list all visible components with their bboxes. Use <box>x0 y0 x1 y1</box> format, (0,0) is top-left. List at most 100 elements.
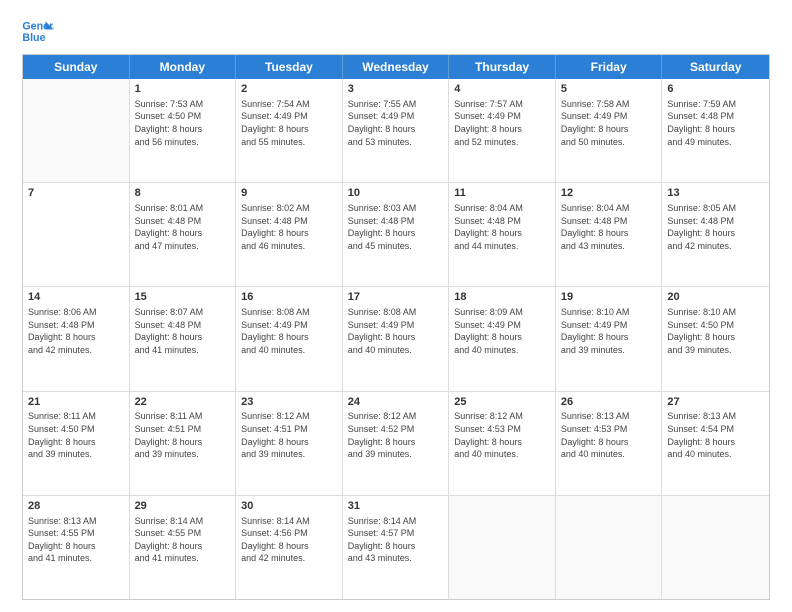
cell-info: Sunrise: 7:55 AM Sunset: 4:49 PM Dayligh… <box>348 98 444 148</box>
day-number: 27 <box>667 395 764 410</box>
cell-info: Sunrise: 8:09 AM Sunset: 4:49 PM Dayligh… <box>454 306 550 356</box>
cell-info: Sunrise: 8:08 AM Sunset: 4:49 PM Dayligh… <box>241 306 337 356</box>
day-number: 14 <box>28 290 124 305</box>
calendar-cell: 20Sunrise: 8:10 AM Sunset: 4:50 PM Dayli… <box>662 287 769 390</box>
calendar-header: SundayMondayTuesdayWednesdayThursdayFrid… <box>23 55 769 79</box>
day-number: 7 <box>28 186 124 201</box>
calendar-cell: 8Sunrise: 8:01 AM Sunset: 4:48 PM Daylig… <box>130 183 237 286</box>
cell-info: Sunrise: 8:12 AM Sunset: 4:52 PM Dayligh… <box>348 410 444 460</box>
calendar-cell: 29Sunrise: 8:14 AM Sunset: 4:55 PM Dayli… <box>130 496 237 599</box>
cell-info: Sunrise: 8:12 AM Sunset: 4:53 PM Dayligh… <box>454 410 550 460</box>
cell-info: Sunrise: 8:06 AM Sunset: 4:48 PM Dayligh… <box>28 306 124 356</box>
calendar-cell: 14Sunrise: 8:06 AM Sunset: 4:48 PM Dayli… <box>23 287 130 390</box>
calendar-cell: 21Sunrise: 8:11 AM Sunset: 4:50 PM Dayli… <box>23 392 130 495</box>
calendar-cell: 15Sunrise: 8:07 AM Sunset: 4:48 PM Dayli… <box>130 287 237 390</box>
calendar-cell <box>449 496 556 599</box>
day-number: 28 <box>28 499 124 514</box>
calendar-header-cell: Thursday <box>449 55 556 79</box>
day-number: 17 <box>348 290 444 305</box>
day-number: 3 <box>348 82 444 97</box>
day-number: 1 <box>135 82 231 97</box>
cell-info: Sunrise: 8:13 AM Sunset: 4:54 PM Dayligh… <box>667 410 764 460</box>
cell-info: Sunrise: 8:08 AM Sunset: 4:49 PM Dayligh… <box>348 306 444 356</box>
day-number: 30 <box>241 499 337 514</box>
cell-info: Sunrise: 8:07 AM Sunset: 4:48 PM Dayligh… <box>135 306 231 356</box>
cell-info: Sunrise: 8:14 AM Sunset: 4:55 PM Dayligh… <box>135 515 231 565</box>
calendar-row: 78Sunrise: 8:01 AM Sunset: 4:48 PM Dayli… <box>23 183 769 287</box>
calendar-cell: 13Sunrise: 8:05 AM Sunset: 4:48 PM Dayli… <box>662 183 769 286</box>
cell-info: Sunrise: 8:05 AM Sunset: 4:48 PM Dayligh… <box>667 202 764 252</box>
day-number: 13 <box>667 186 764 201</box>
logo: General Blue <box>22 18 54 46</box>
calendar-body: 1Sunrise: 7:53 AM Sunset: 4:50 PM Daylig… <box>23 79 769 599</box>
cell-info: Sunrise: 7:59 AM Sunset: 4:48 PM Dayligh… <box>667 98 764 148</box>
day-number: 8 <box>135 186 231 201</box>
cell-info: Sunrise: 7:53 AM Sunset: 4:50 PM Dayligh… <box>135 98 231 148</box>
calendar-cell: 12Sunrise: 8:04 AM Sunset: 4:48 PM Dayli… <box>556 183 663 286</box>
calendar-cell: 26Sunrise: 8:13 AM Sunset: 4:53 PM Dayli… <box>556 392 663 495</box>
cell-info: Sunrise: 8:12 AM Sunset: 4:51 PM Dayligh… <box>241 410 337 460</box>
calendar-cell: 19Sunrise: 8:10 AM Sunset: 4:49 PM Dayli… <box>556 287 663 390</box>
calendar-cell: 3Sunrise: 7:55 AM Sunset: 4:49 PM Daylig… <box>343 79 450 182</box>
cell-info: Sunrise: 8:01 AM Sunset: 4:48 PM Dayligh… <box>135 202 231 252</box>
calendar-cell: 25Sunrise: 8:12 AM Sunset: 4:53 PM Dayli… <box>449 392 556 495</box>
calendar-row: 28Sunrise: 8:13 AM Sunset: 4:55 PM Dayli… <box>23 496 769 599</box>
cell-info: Sunrise: 8:10 AM Sunset: 4:50 PM Dayligh… <box>667 306 764 356</box>
calendar-header-cell: Friday <box>556 55 663 79</box>
calendar-row: 14Sunrise: 8:06 AM Sunset: 4:48 PM Dayli… <box>23 287 769 391</box>
calendar-header-cell: Wednesday <box>343 55 450 79</box>
calendar-cell: 7 <box>23 183 130 286</box>
calendar-cell: 28Sunrise: 8:13 AM Sunset: 4:55 PM Dayli… <box>23 496 130 599</box>
calendar-cell: 18Sunrise: 8:09 AM Sunset: 4:49 PM Dayli… <box>449 287 556 390</box>
day-number: 23 <box>241 395 337 410</box>
cell-info: Sunrise: 8:02 AM Sunset: 4:48 PM Dayligh… <box>241 202 337 252</box>
calendar-cell: 22Sunrise: 8:11 AM Sunset: 4:51 PM Dayli… <box>130 392 237 495</box>
day-number: 18 <box>454 290 550 305</box>
day-number: 29 <box>135 499 231 514</box>
svg-text:Blue: Blue <box>22 32 45 44</box>
cell-info: Sunrise: 8:04 AM Sunset: 4:48 PM Dayligh… <box>454 202 550 252</box>
calendar-cell <box>556 496 663 599</box>
calendar-cell: 5Sunrise: 7:58 AM Sunset: 4:49 PM Daylig… <box>556 79 663 182</box>
cell-info: Sunrise: 8:11 AM Sunset: 4:50 PM Dayligh… <box>28 410 124 460</box>
cell-info: Sunrise: 7:57 AM Sunset: 4:49 PM Dayligh… <box>454 98 550 148</box>
day-number: 26 <box>561 395 657 410</box>
calendar-header-cell: Sunday <box>23 55 130 79</box>
calendar-cell: 11Sunrise: 8:04 AM Sunset: 4:48 PM Dayli… <box>449 183 556 286</box>
calendar-cell: 16Sunrise: 8:08 AM Sunset: 4:49 PM Dayli… <box>236 287 343 390</box>
day-number: 15 <box>135 290 231 305</box>
day-number: 11 <box>454 186 550 201</box>
header: General Blue <box>22 18 770 46</box>
calendar-cell <box>23 79 130 182</box>
calendar-cell: 31Sunrise: 8:14 AM Sunset: 4:57 PM Dayli… <box>343 496 450 599</box>
calendar-cell: 30Sunrise: 8:14 AM Sunset: 4:56 PM Dayli… <box>236 496 343 599</box>
cell-info: Sunrise: 7:58 AM Sunset: 4:49 PM Dayligh… <box>561 98 657 148</box>
day-number: 4 <box>454 82 550 97</box>
calendar-cell: 9Sunrise: 8:02 AM Sunset: 4:48 PM Daylig… <box>236 183 343 286</box>
day-number: 24 <box>348 395 444 410</box>
calendar-cell: 10Sunrise: 8:03 AM Sunset: 4:48 PM Dayli… <box>343 183 450 286</box>
day-number: 9 <box>241 186 337 201</box>
calendar-cell: 1Sunrise: 7:53 AM Sunset: 4:50 PM Daylig… <box>130 79 237 182</box>
day-number: 19 <box>561 290 657 305</box>
day-number: 10 <box>348 186 444 201</box>
cell-info: Sunrise: 8:14 AM Sunset: 4:57 PM Dayligh… <box>348 515 444 565</box>
day-number: 31 <box>348 499 444 514</box>
calendar-header-cell: Saturday <box>662 55 769 79</box>
day-number: 2 <box>241 82 337 97</box>
calendar-cell: 4Sunrise: 7:57 AM Sunset: 4:49 PM Daylig… <box>449 79 556 182</box>
calendar-cell: 17Sunrise: 8:08 AM Sunset: 4:49 PM Dayli… <box>343 287 450 390</box>
cell-info: Sunrise: 8:13 AM Sunset: 4:55 PM Dayligh… <box>28 515 124 565</box>
logo-icon: General Blue <box>22 18 54 46</box>
day-number: 20 <box>667 290 764 305</box>
calendar-row: 21Sunrise: 8:11 AM Sunset: 4:50 PM Dayli… <box>23 392 769 496</box>
day-number: 16 <box>241 290 337 305</box>
day-number: 22 <box>135 395 231 410</box>
day-number: 25 <box>454 395 550 410</box>
day-number: 21 <box>28 395 124 410</box>
cell-info: Sunrise: 8:04 AM Sunset: 4:48 PM Dayligh… <box>561 202 657 252</box>
day-number: 6 <box>667 82 764 97</box>
cell-info: Sunrise: 8:14 AM Sunset: 4:56 PM Dayligh… <box>241 515 337 565</box>
calendar-cell: 27Sunrise: 8:13 AM Sunset: 4:54 PM Dayli… <box>662 392 769 495</box>
calendar-header-cell: Monday <box>130 55 237 79</box>
